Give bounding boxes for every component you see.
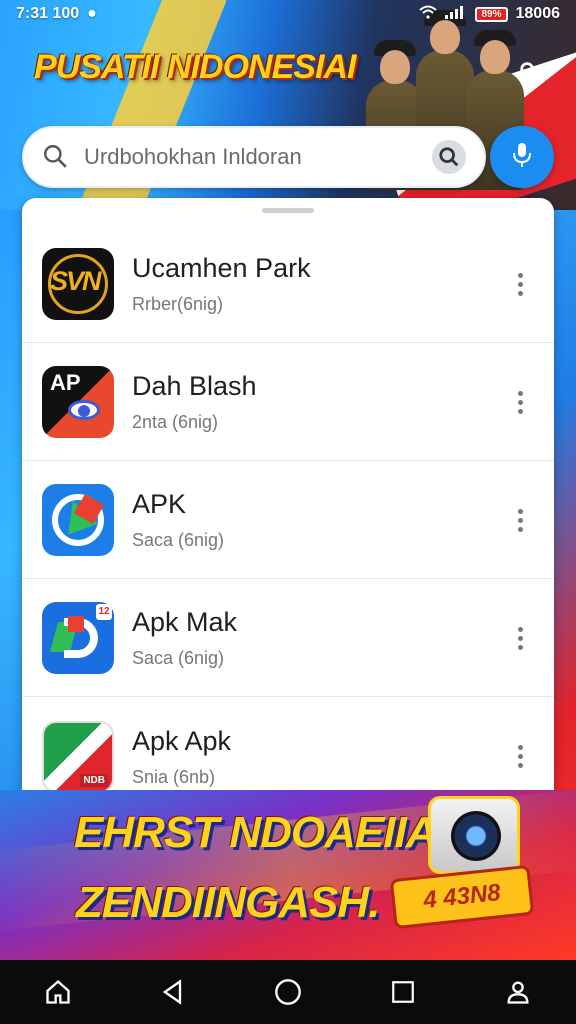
signal-icon [445,5,467,24]
app-icon: 12 [42,602,114,674]
more-options-icon[interactable] [500,737,540,777]
banner-title: PUSATII NIDONESIAI [34,48,356,86]
search-icon [42,143,70,171]
banner-headline: EHRST NDOAEIIA [74,808,437,857]
banner-subheadline: ZENDIINGASH. [76,878,380,927]
nav-bar [0,960,576,1024]
app-subtitle: Saca (6nig) [132,648,225,668]
more-options-icon[interactable] [500,500,540,540]
search-bar[interactable]: Urdbohokhan Inldoran [22,126,486,188]
notification-icon: ● [87,5,97,22]
list-item[interactable]: APK Saca (6nig) [22,462,554,579]
mic-icon [511,141,533,174]
home-icon[interactable] [34,968,82,1016]
list-item[interactable]: 12 Apk Mak Saca (6nig) [22,580,554,697]
app-title: Apk Apk [132,725,232,756]
back-icon[interactable] [149,968,197,1016]
more-options-icon[interactable] [500,382,540,422]
app-icon: AP [42,366,114,438]
app-icon [42,484,114,556]
lens-icon[interactable] [432,140,466,174]
app-list: SVN Ucamhen Park Rrber(6nig) AP Dah Blas… [22,198,554,808]
more-options-icon[interactable] [500,618,540,658]
app-title: Ucamhen Park [132,253,311,283]
app-subtitle: Saca (6nig) [132,530,225,550]
list-item[interactable]: AP Dah Blash 2nta (6nig) [22,344,554,461]
status-right-text: 18006 [515,5,561,22]
camera-icon [428,796,520,874]
mic-button[interactable] [490,126,554,188]
profile-icon[interactable] [494,968,542,1016]
app-title: Apk Mak [132,607,238,637]
more-options-icon[interactable] [500,264,540,304]
search-input[interactable]: Urdbohokhan Inldoran [84,144,432,170]
wifi-icon [419,5,438,24]
status-bar: 7:31 100 ● 89% 18006 [0,0,576,28]
app-subtitle: 2nta (6nig) [132,412,219,432]
app-subtitle: Rrber(6nig) [132,294,224,314]
app-title: APK [132,489,187,519]
recents-icon[interactable] [379,968,427,1016]
drag-handle[interactable] [262,208,314,213]
circle-home-icon[interactable] [264,968,312,1016]
status-time: 7:31 100 [16,5,80,22]
app-icon: SVN [42,248,114,320]
list-item[interactable]: SVN Ucamhen Park Rrber(6nig) [22,226,554,343]
battery-icon: 89% [475,6,508,22]
app-subtitle: Snia (6nb) [132,766,216,787]
app-icon: NDB [42,720,114,793]
app-title: Dah Blash [132,371,257,401]
banner-search-icon[interactable] [518,60,540,88]
